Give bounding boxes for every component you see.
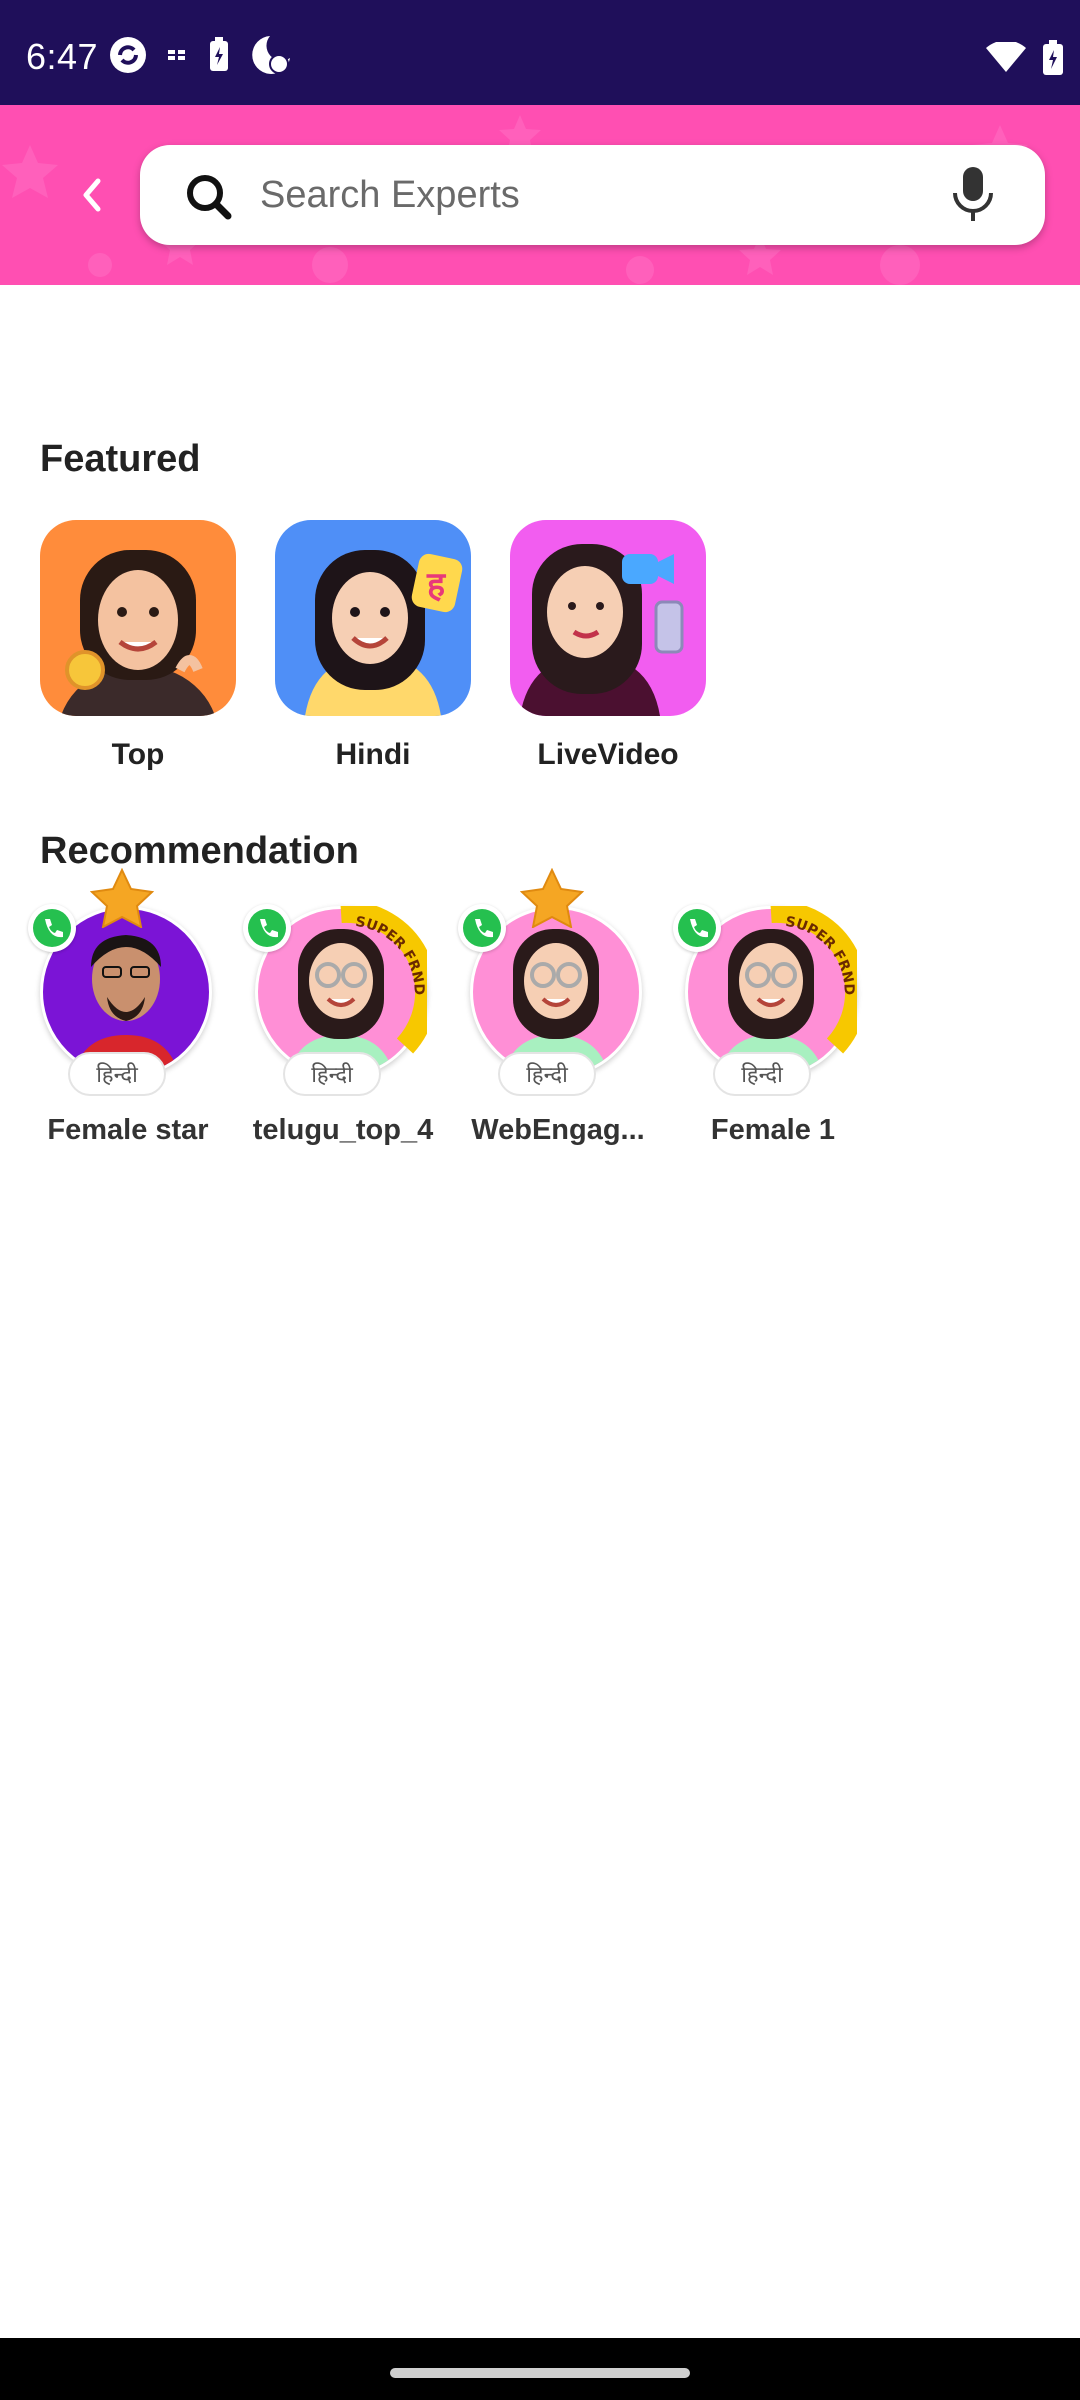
wifi-icon — [986, 42, 1026, 72]
recommendation-item[interactable]: हिन्दी Female star — [28, 868, 228, 1168]
chevron-left-icon — [83, 178, 101, 212]
battery-icon — [1043, 40, 1063, 75]
phone-icon — [463, 909, 501, 947]
expert-name: Female 1 — [710, 1114, 836, 1146]
featured-label: Top — [111, 738, 165, 771]
svg-text:ह: ह — [426, 565, 447, 605]
featured-item-top[interactable]: Top — [40, 520, 236, 771]
language-chip: हिन्दी — [713, 1052, 811, 1096]
featured-label: LiveVideo — [537, 738, 679, 771]
phone-icon — [678, 909, 716, 947]
call-badge — [673, 904, 721, 952]
phone-icon — [33, 909, 71, 947]
language-chip: हिन्दी — [498, 1052, 596, 1096]
expert-name: telugu_top_4 — [252, 1114, 434, 1146]
search-icon — [187, 175, 232, 220]
featured-title: Featured — [40, 438, 201, 480]
expert-name: Female star — [47, 1114, 209, 1146]
microphone-icon[interactable] — [948, 165, 998, 225]
call-badge — [243, 904, 291, 952]
home-indicator[interactable] — [390, 2368, 690, 2378]
notification-icons — [108, 34, 292, 76]
featured-label: Hindi — [335, 738, 411, 771]
female-selfie-avatar-icon — [520, 544, 684, 716]
system-icons — [986, 40, 1064, 76]
recommendation-item[interactable]: हिन्दी WebEngag... — [458, 868, 658, 1168]
male-avatar-icon — [61, 550, 215, 716]
featured-item-livevideo[interactable]: LiveVideo — [510, 520, 706, 771]
battery-saver-icon — [210, 37, 228, 71]
search-header — [0, 105, 1080, 285]
female-avatar-icon: ह — [305, 550, 463, 716]
search-box[interactable] — [140, 145, 1045, 245]
recommendation-item[interactable]: SUPER FRND हिन्दी Female 1 — [673, 868, 873, 1168]
featured-tile-hindi: ह — [275, 520, 471, 716]
grid-app-icon — [168, 50, 185, 60]
sync-app-icon — [110, 37, 146, 73]
call-badge — [458, 904, 506, 952]
call-badge — [28, 904, 76, 952]
recommendation-item[interactable]: SUPER FRND हिन्दी telugu_top_4 — [243, 868, 443, 1168]
expert-name: WebEngag... — [471, 1114, 645, 1146]
phone-icon — [248, 909, 286, 947]
status-time: 6:47 — [26, 36, 99, 77]
featured-item-hindi[interactable]: ह Hindi — [275, 520, 471, 771]
star-icon — [90, 868, 154, 928]
featured-tile-livevideo — [510, 520, 706, 716]
search-input[interactable] — [260, 165, 940, 225]
star-icon — [520, 868, 584, 928]
status-bar: 6:47 — [0, 0, 1080, 105]
back-button[interactable] — [62, 165, 122, 225]
moon-app-icon — [252, 36, 290, 74]
featured-tile-top — [40, 520, 236, 716]
language-chip: हिन्दी — [68, 1052, 166, 1096]
recommendation-title: Recommendation — [40, 830, 359, 872]
language-chip: हिन्दी — [283, 1052, 381, 1096]
